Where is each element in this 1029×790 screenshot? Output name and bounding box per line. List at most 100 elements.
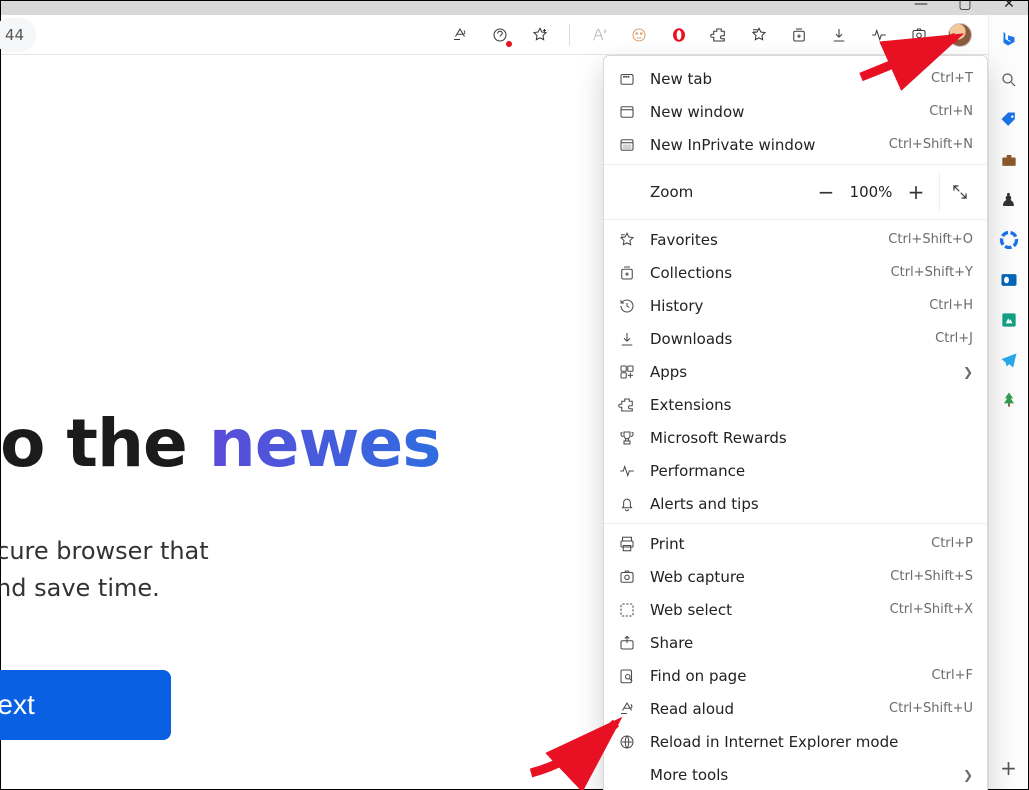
menu-shortcut: Ctrl+Shift+O (888, 232, 973, 247)
toolbar-separator (569, 24, 570, 46)
outlook-icon[interactable] (998, 269, 1020, 291)
share-icon (618, 634, 636, 652)
menu-item-read-aloud[interactable]: Read aloud Ctrl+Shift+U (604, 692, 987, 725)
menu-label: Find on page (650, 667, 917, 685)
menu-item-rewards[interactable]: Microsoft Rewards (604, 421, 987, 454)
menu-item-new-inprivate[interactable]: New InPrivate window Ctrl+Shift+N (604, 128, 987, 161)
zoom-value: 100% (843, 183, 899, 201)
page-subtitle: e fast and secure browser that t your da… (0, 533, 209, 607)
immersive-reader-icon[interactable] (588, 24, 610, 46)
chevron-right-icon: ❯ (963, 365, 973, 379)
menu-item-web-select[interactable]: Web select Ctrl+Shift+X (604, 593, 987, 626)
menu-separator (604, 523, 987, 524)
page-headline: pdated to the newes (0, 405, 441, 482)
menu-item-more-tools[interactable]: More tools ❯ (604, 758, 987, 790)
menu-item-new-tab[interactable]: New tab Ctrl+T (604, 62, 987, 95)
tools-icon[interactable] (998, 149, 1020, 171)
fullscreen-button[interactable] (939, 172, 979, 212)
face-extension-icon[interactable] (628, 24, 650, 46)
minimize-button[interactable]: — (908, 0, 934, 12)
web-select-icon (618, 601, 636, 619)
menu-item-ie-mode[interactable]: Reload in Internet Explorer mode (604, 725, 987, 758)
menu-shortcut: Ctrl+T (931, 71, 973, 86)
subtitle-line-2: t your data and save time. (0, 570, 209, 607)
menu-item-alerts[interactable]: Alerts and tips (604, 487, 987, 520)
favorites-icon[interactable] (748, 24, 770, 46)
new-window-icon (618, 103, 636, 121)
menu-label: Share (650, 634, 973, 652)
zoom-label: Zoom (650, 183, 809, 201)
settings-and-more-menu: New tab Ctrl+T New window Ctrl+N New InP… (603, 55, 988, 790)
read-aloud-icon (618, 700, 636, 718)
menu-label: Print (650, 535, 917, 553)
menu-label: History (650, 297, 915, 315)
search-icon[interactable] (998, 69, 1020, 91)
menu-item-share[interactable]: Share (604, 626, 987, 659)
menu-shortcut: Ctrl+Shift+Y (891, 265, 973, 280)
m365-icon[interactable] (998, 229, 1020, 251)
profile-avatar[interactable] (948, 23, 972, 47)
menu-item-extensions[interactable]: Extensions (604, 388, 987, 421)
print-icon (618, 535, 636, 553)
bing-chat-icon[interactable] (998, 29, 1020, 51)
menu-item-find[interactable]: Find on page Ctrl+F (604, 659, 987, 692)
zoom-out-button[interactable]: − (809, 175, 843, 209)
menu-item-web-capture[interactable]: Web capture Ctrl+Shift+S (604, 560, 987, 593)
menu-item-downloads[interactable]: Downloads Ctrl+J (604, 322, 987, 355)
collections-icon[interactable] (788, 24, 810, 46)
menu-item-apps[interactable]: Apps ❯ (604, 355, 987, 388)
ie-icon (618, 733, 636, 751)
menu-item-new-window[interactable]: New window Ctrl+N (604, 95, 987, 128)
add-sidebar-icon[interactable]: + (998, 757, 1020, 779)
menu-label: Web select (650, 601, 876, 619)
telegram-icon[interactable] (998, 349, 1020, 371)
menu-shortcut: Ctrl+Shift+U (889, 701, 973, 716)
menu-label: Performance (650, 462, 973, 480)
drop-icon[interactable] (998, 309, 1020, 331)
games-icon[interactable]: ♟ (998, 189, 1020, 211)
menu-label: Favorites (650, 231, 874, 249)
address-bar-fragment[interactable]: 44 (0, 18, 36, 52)
chevron-right-icon: ❯ (963, 768, 973, 782)
zoom-in-button[interactable]: + (899, 175, 933, 209)
maximize-button[interactable]: ▢ (952, 0, 978, 12)
menu-label: Reload in Internet Explorer mode (650, 733, 973, 751)
web-capture-icon[interactable] (908, 24, 930, 46)
shopping-tag-icon[interactable] (998, 109, 1020, 131)
menu-item-favorites[interactable]: Favorites Ctrl+Shift+O (604, 223, 987, 256)
opera-extension-icon[interactable] (668, 24, 690, 46)
edge-sidebar: ♟ + (988, 15, 1028, 789)
tree-icon[interactable] (998, 389, 1020, 411)
next-button[interactable]: Next (0, 670, 171, 740)
menu-shortcut: Ctrl+N (929, 104, 973, 119)
close-button[interactable]: ✕ (996, 0, 1022, 12)
blank-icon (618, 766, 636, 784)
favorites-add-icon[interactable] (529, 24, 551, 46)
menu-label: Alerts and tips (650, 495, 973, 513)
menu-item-collections[interactable]: Collections Ctrl+Shift+Y (604, 256, 987, 289)
extensions-icon (618, 396, 636, 414)
performance-icon[interactable] (868, 24, 890, 46)
subtitle-line-1: e fast and secure browser that (0, 533, 209, 570)
history-icon (618, 297, 636, 315)
menu-item-print[interactable]: Print Ctrl+P (604, 527, 987, 560)
menu-item-performance[interactable]: Performance (604, 454, 987, 487)
shopping-icon[interactable] (489, 24, 511, 46)
read-aloud-icon[interactable] (449, 24, 471, 46)
menu-label: New tab (650, 70, 917, 88)
menu-item-zoom: Zoom − 100% + (604, 168, 987, 216)
headline-text: pdated to the (0, 405, 209, 482)
menu-label: Microsoft Rewards (650, 429, 973, 447)
menu-label: More tools (650, 766, 949, 784)
menu-shortcut: Ctrl+J (935, 331, 973, 346)
menu-shortcut: Ctrl+Shift+X (890, 602, 973, 617)
menu-label: Web capture (650, 568, 876, 586)
menu-shortcut: Ctrl+Shift+S (890, 569, 973, 584)
menu-item-history[interactable]: History Ctrl+H (604, 289, 987, 322)
downloads-icon (618, 330, 636, 348)
headline-accent: newes (209, 405, 441, 482)
extensions-icon[interactable] (708, 24, 730, 46)
collections-icon (618, 264, 636, 282)
downloads-icon[interactable] (828, 24, 850, 46)
menu-label: Apps (650, 363, 949, 381)
